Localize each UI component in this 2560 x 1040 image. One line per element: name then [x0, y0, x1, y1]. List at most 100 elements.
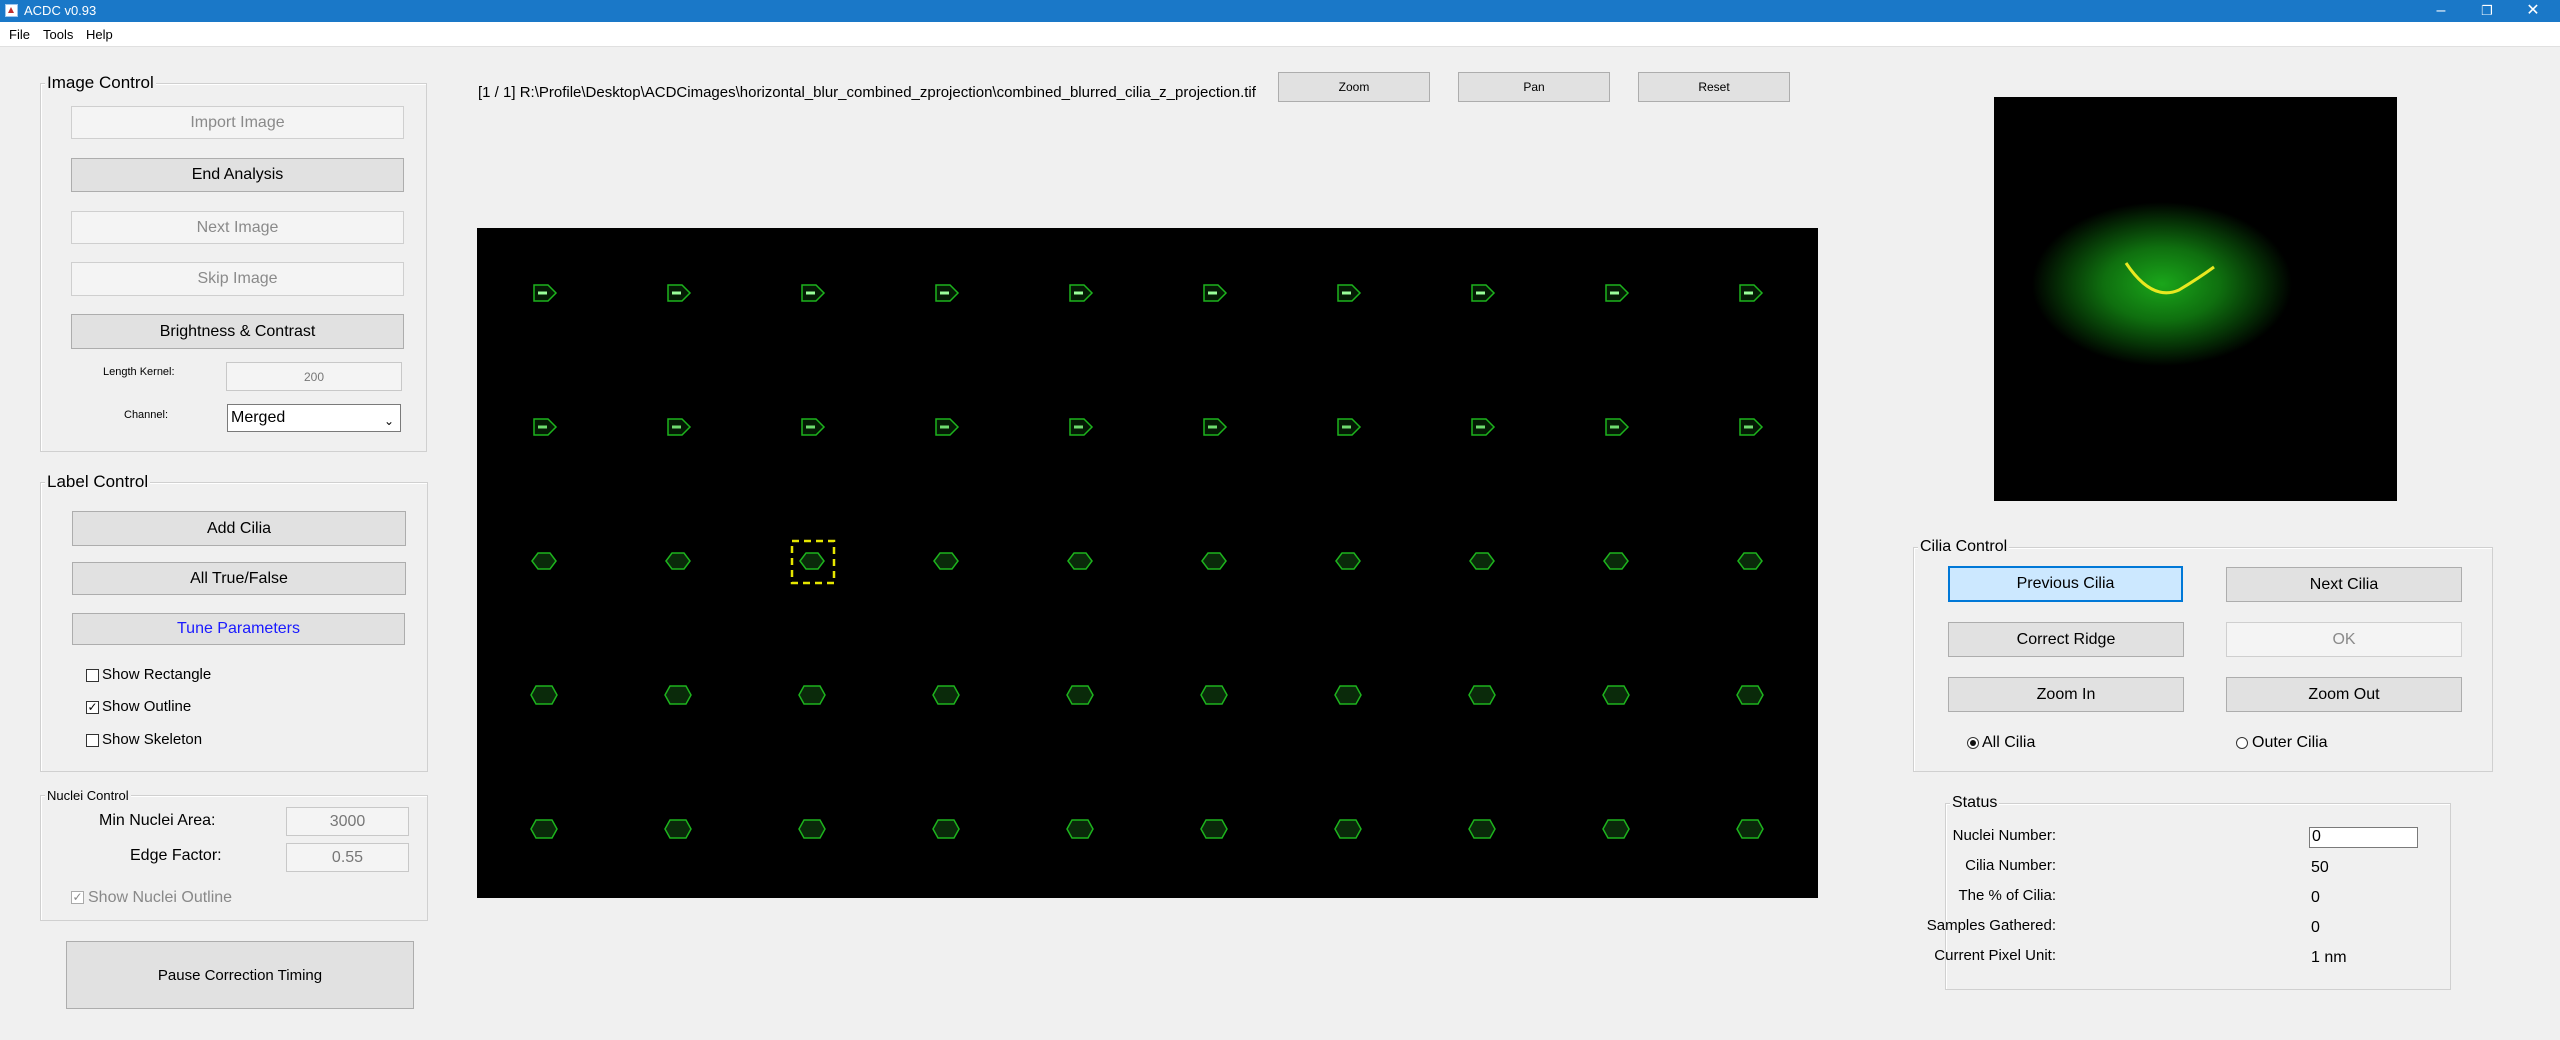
cilia-cell[interactable]	[533, 284, 558, 302]
pan-button[interactable]: Pan	[1458, 72, 1610, 102]
length-kernel-field[interactable]: 200	[226, 362, 402, 391]
image-control-title: Image Control	[45, 73, 156, 93]
cilia-outline	[531, 552, 557, 570]
skip-image-button[interactable]: Skip Image	[71, 262, 404, 296]
cilia-cell[interactable]	[1737, 552, 1763, 570]
outer-cilia-radio[interactable]	[2236, 737, 2248, 749]
tune-parameters-button[interactable]: Tune Parameters	[72, 613, 405, 645]
cilia-cell[interactable]	[1337, 284, 1362, 302]
cilia-grid[interactable]	[477, 228, 1818, 898]
cilia-cell[interactable]	[667, 284, 692, 302]
cilia-cell[interactable]	[1468, 819, 1496, 839]
cilia-cell[interactable]	[1069, 418, 1094, 436]
cilia-cell[interactable]	[667, 418, 692, 436]
menu-help[interactable]: Help	[86, 27, 113, 42]
cilia-cell[interactable]	[664, 819, 692, 839]
next-image-button[interactable]: Next Image	[71, 211, 404, 244]
cilia-cell[interactable]	[932, 685, 960, 705]
cilia-cell[interactable]	[1069, 284, 1094, 302]
cilia-cell[interactable]	[798, 685, 826, 705]
cilia-cell[interactable]	[801, 284, 826, 302]
cilia-cell[interactable]	[1605, 284, 1630, 302]
cilia-cell[interactable]	[933, 552, 959, 570]
cilia-outline	[1066, 819, 1094, 839]
cilia-cell[interactable]	[1200, 685, 1228, 705]
cilia-cell[interactable]	[1066, 819, 1094, 839]
cilia-outline	[1067, 552, 1093, 570]
all-true-false-button[interactable]: All True/False	[72, 562, 406, 595]
cilia-outline	[1737, 552, 1763, 570]
nuclei-number-input[interactable]: 0	[2309, 827, 2418, 848]
cilia-cell[interactable]	[1602, 685, 1630, 705]
pixel-unit-label: Current Pixel Unit:	[1934, 947, 2056, 964]
reset-button[interactable]: Reset	[1638, 72, 1790, 102]
menu-tools[interactable]: Tools	[43, 27, 73, 42]
show-skeleton-checkbox[interactable]	[86, 734, 99, 747]
cilia-cell[interactable]	[935, 284, 960, 302]
cilia-cell[interactable]	[1203, 284, 1228, 302]
cilia-cell[interactable]	[1471, 284, 1496, 302]
cilia-cell[interactable]	[1066, 685, 1094, 705]
cilia-cell[interactable]	[801, 418, 826, 436]
min-nuclei-area-label: Min Nuclei Area:	[99, 812, 216, 829]
cilia-cell[interactable]	[1201, 552, 1227, 570]
show-outline-label: Show Outline	[102, 698, 192, 715]
app-icon	[5, 4, 18, 17]
cilia-outline	[1334, 819, 1362, 839]
cilia-cell[interactable]	[1335, 552, 1361, 570]
zoom-in-button[interactable]: Zoom In	[1948, 677, 2184, 712]
cilia-cell[interactable]	[935, 418, 960, 436]
next-cilia-button[interactable]: Next Cilia	[2226, 567, 2462, 602]
correct-ridge-button[interactable]: Correct Ridge	[1948, 622, 2184, 657]
cilia-cell[interactable]	[1736, 819, 1764, 839]
cilia-cell[interactable]	[1602, 819, 1630, 839]
cilia-cell[interactable]	[1334, 685, 1362, 705]
restore-icon[interactable]: ❐	[2464, 0, 2510, 22]
add-cilia-button[interactable]: Add Cilia	[72, 511, 406, 546]
cilia-cell[interactable]	[664, 685, 692, 705]
outer-cilia-label: Outer Cilia	[2252, 734, 2328, 751]
cilia-cell[interactable]	[1605, 418, 1630, 436]
brightness-contrast-button[interactable]: Brightness & Contrast	[71, 314, 404, 349]
show-rectangle-checkbox[interactable]	[86, 669, 99, 682]
show-outline-checkbox[interactable]: ✓	[86, 701, 99, 714]
cilia-cell[interactable]	[531, 552, 557, 570]
minimize-icon[interactable]: –	[2418, 0, 2464, 22]
channel-select[interactable]: Merged ⌄	[227, 404, 401, 432]
cilia-cell[interactable]	[1471, 418, 1496, 436]
min-nuclei-area-field[interactable]: 3000	[286, 807, 409, 836]
zoom-button[interactable]: Zoom	[1278, 72, 1430, 102]
cilia-outline	[1469, 552, 1495, 570]
ok-button[interactable]: OK	[2226, 622, 2462, 657]
zoom-out-button[interactable]: Zoom Out	[2226, 677, 2462, 712]
edge-factor-field[interactable]: 0.55	[286, 843, 409, 872]
cilia-cell[interactable]	[1739, 284, 1764, 302]
previous-cilia-button[interactable]: Previous Cilia	[1948, 566, 2183, 602]
cilia-cell[interactable]	[1469, 552, 1495, 570]
end-analysis-button[interactable]: End Analysis	[71, 158, 404, 192]
cilia-outline	[1603, 552, 1629, 570]
show-nuclei-outline-checkbox[interactable]: ✓	[71, 891, 84, 904]
cilia-cell[interactable]	[1739, 418, 1764, 436]
cilia-cell[interactable]	[1200, 819, 1228, 839]
import-image-button[interactable]: Import Image	[71, 106, 404, 139]
cilia-cell[interactable]	[1203, 418, 1228, 436]
cilia-cell[interactable]	[1603, 552, 1629, 570]
pause-correction-timing-button[interactable]: Pause Correction Timing	[66, 941, 414, 1009]
cilia-cell[interactable]	[932, 819, 960, 839]
cilia-cell[interactable]	[1334, 819, 1362, 839]
cilia-cell[interactable]	[533, 418, 558, 436]
menu-file[interactable]: File	[9, 27, 30, 42]
cilia-cell[interactable]	[1067, 552, 1093, 570]
cilia-cell[interactable]	[798, 819, 826, 839]
all-cilia-radio[interactable]	[1967, 737, 1979, 749]
cilia-cell[interactable]	[1468, 685, 1496, 705]
close-icon[interactable]: ✕	[2510, 0, 2556, 22]
cilia-cell[interactable]	[530, 685, 558, 705]
cilia-cell[interactable]	[799, 552, 825, 570]
cilia-cell[interactable]	[530, 819, 558, 839]
cilia-cell[interactable]	[1736, 685, 1764, 705]
cilia-cell[interactable]	[1337, 418, 1362, 436]
cilia-cell[interactable]	[665, 552, 691, 570]
image-canvas[interactable]	[477, 228, 1818, 898]
